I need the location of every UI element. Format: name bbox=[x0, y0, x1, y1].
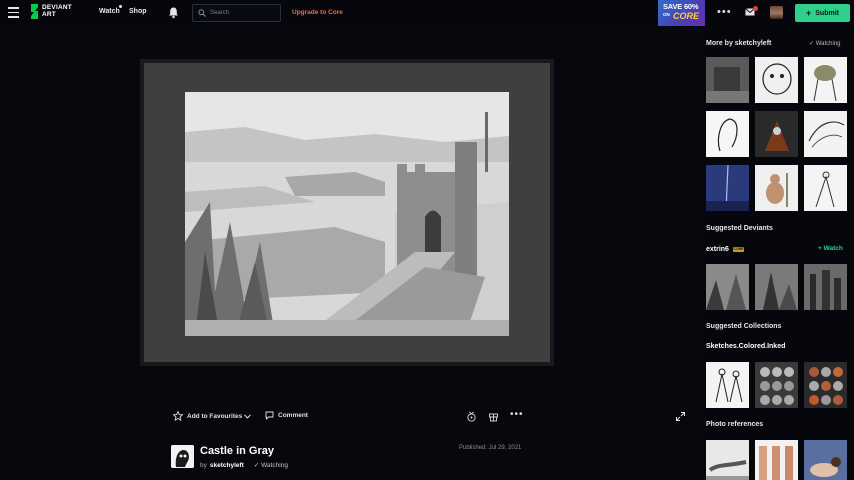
watch-deviant-button[interactable]: + Watch bbox=[818, 245, 843, 252]
deviantart-logo-mark-icon bbox=[31, 4, 38, 19]
search-icon bbox=[198, 9, 206, 17]
castle-painting bbox=[185, 92, 509, 336]
thumbnail-image bbox=[804, 111, 847, 157]
upgrade-to-core-link[interactable]: Upgrade to Core bbox=[292, 9, 343, 16]
core-promo-banner[interactable]: SAVE 60% ON CORE bbox=[658, 0, 705, 26]
suggested-deviant-thumbnail[interactable] bbox=[706, 264, 749, 310]
add-to-favourites-label: Add to Favourites bbox=[187, 412, 243, 420]
watching-label: Watching bbox=[261, 462, 288, 469]
thumbnail-image bbox=[804, 440, 847, 480]
expand-arrows-icon[interactable] bbox=[676, 412, 685, 421]
promo-on-text: ON bbox=[663, 12, 670, 17]
published-date: Published: Jul 29, 2021 bbox=[459, 445, 522, 451]
award-badge-icon[interactable] bbox=[466, 411, 477, 422]
thumbnail-image bbox=[755, 440, 798, 480]
add-to-favourites-button[interactable]: Add to Favourites bbox=[173, 411, 242, 421]
bell-icon[interactable] bbox=[167, 6, 180, 19]
collection-thumbnail[interactable] bbox=[755, 440, 798, 480]
promo-headline: SAVE 60% bbox=[663, 2, 699, 11]
search-input[interactable]: Search bbox=[192, 4, 281, 22]
watch-new-indicator bbox=[119, 5, 122, 8]
thumbnail-image bbox=[706, 362, 749, 408]
gift-icon[interactable] bbox=[488, 411, 499, 422]
more-by-thumbnail[interactable] bbox=[706, 165, 749, 211]
thumbnail-image bbox=[804, 165, 847, 211]
sidebar-watching-button[interactable]: ✓ Watching bbox=[809, 40, 841, 47]
comment-button[interactable]: Comment bbox=[265, 411, 308, 420]
thumbnail-image bbox=[804, 264, 847, 310]
core-member-badge: CORE bbox=[733, 247, 744, 252]
sidebar-watching-label: Watching bbox=[815, 41, 841, 47]
more-by-thumbnail[interactable] bbox=[804, 165, 847, 211]
author-avatar-image bbox=[171, 445, 194, 468]
artwork-frame[interactable] bbox=[144, 63, 550, 362]
thumbnail-image bbox=[755, 362, 798, 408]
logo-wordmark: DEVIANT ART bbox=[42, 4, 72, 18]
watching-author-button[interactable]: ✓ Watching bbox=[254, 461, 288, 469]
promo-core-text: CORE bbox=[673, 11, 700, 21]
suggested-deviant-name[interactable]: extrin6 bbox=[706, 246, 729, 253]
author-avatar[interactable] bbox=[171, 445, 194, 468]
thumbnail-image bbox=[706, 57, 749, 103]
collection-thumbnail[interactable] bbox=[706, 440, 749, 480]
user-avatar[interactable] bbox=[770, 6, 783, 19]
notification-badge bbox=[753, 6, 758, 11]
watch-label: Watch bbox=[823, 245, 843, 252]
suggested-deviants-heading: Suggested Deviants bbox=[706, 225, 773, 232]
more-by-thumbnail[interactable] bbox=[706, 111, 749, 157]
nav-shop-link[interactable]: Shop bbox=[129, 8, 147, 15]
more-by-thumbnail[interactable] bbox=[804, 111, 847, 157]
thumbnail-image bbox=[755, 111, 798, 157]
logo-line-2: ART bbox=[42, 10, 56, 18]
deviation-action-bar: Add to Favourites Comment ••• bbox=[0, 406, 697, 428]
star-icon bbox=[173, 411, 183, 421]
collection-thumbnail[interactable] bbox=[804, 440, 847, 480]
thumbnail-image bbox=[706, 440, 749, 480]
top-navigation-bar: DEVIANT ART Watch Shop Search Upgrade to… bbox=[0, 0, 854, 26]
more-actions-icon[interactable]: ••• bbox=[510, 409, 524, 420]
speech-bubble-icon bbox=[265, 411, 274, 420]
more-by-thumbnail[interactable] bbox=[706, 57, 749, 103]
artwork-image[interactable] bbox=[185, 92, 509, 336]
thumbnail-image bbox=[804, 57, 847, 103]
chevron-down-icon[interactable] bbox=[244, 414, 251, 419]
hamburger-menu-icon[interactable] bbox=[8, 7, 19, 18]
comment-label: Comment bbox=[278, 412, 308, 419]
submit-label: Submit bbox=[815, 9, 839, 17]
deviation-byline: by sketchyleft ✓ Watching bbox=[200, 461, 288, 470]
byline-by: by bbox=[200, 461, 207, 469]
more-by-thumbnail[interactable] bbox=[755, 111, 798, 157]
thumbnail-image bbox=[706, 264, 749, 310]
deviantart-logo[interactable]: DEVIANT ART bbox=[30, 4, 72, 19]
thumbnail-image bbox=[755, 165, 798, 211]
photo-references-heading[interactable]: Photo references bbox=[706, 421, 763, 428]
more-by-thumbnail[interactable] bbox=[755, 165, 798, 211]
thumbnail-image bbox=[804, 362, 847, 408]
suggested-deviant-thumbnail[interactable] bbox=[755, 264, 798, 310]
more-by-thumbnail[interactable] bbox=[804, 57, 847, 103]
submit-button[interactable]: + Submit bbox=[795, 4, 850, 22]
collection-thumbnail[interactable] bbox=[804, 362, 847, 408]
deviation-title: Castle in Gray bbox=[200, 445, 274, 457]
right-sidebar: More by sketchyleft ✓ Watching Suggested… bbox=[697, 26, 854, 480]
thumbnail-image bbox=[706, 165, 749, 211]
author-link[interactable]: sketchyleft bbox=[210, 462, 244, 469]
search-placeholder: Search bbox=[210, 10, 230, 16]
thumbnail-image bbox=[755, 264, 798, 310]
suggested-collections-heading: Suggested Collections bbox=[706, 323, 782, 330]
nav-watch-link[interactable]: Watch bbox=[99, 8, 120, 15]
collection-name-link[interactable]: Sketches.Colored.Inked bbox=[706, 343, 785, 350]
collection-thumbnail[interactable] bbox=[706, 362, 749, 408]
suggested-deviant-thumbnail[interactable] bbox=[804, 264, 847, 310]
thumbnail-image bbox=[755, 57, 798, 103]
more-by-thumbnail[interactable] bbox=[755, 57, 798, 103]
more-by-heading[interactable]: More by sketchyleft bbox=[706, 40, 771, 47]
thumbnail-image bbox=[706, 111, 749, 157]
plus-icon: + bbox=[806, 7, 812, 18]
collection-thumbnail[interactable] bbox=[755, 362, 798, 408]
more-options-icon[interactable]: ••• bbox=[717, 6, 732, 18]
